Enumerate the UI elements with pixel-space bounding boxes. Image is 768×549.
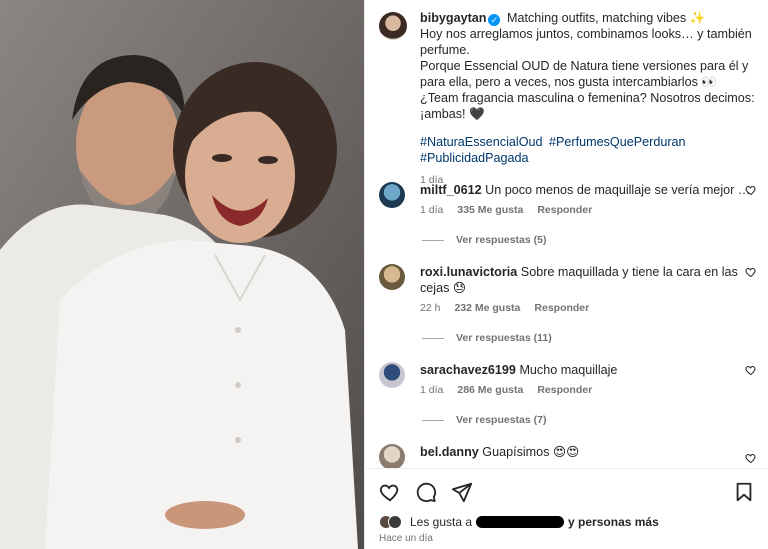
commenter-avatar[interactable] <box>379 182 405 208</box>
reply-button[interactable]: Responder <box>537 204 592 216</box>
comment-likes[interactable]: 286 Me gusta <box>457 384 523 396</box>
post-photo[interactable] <box>0 0 364 549</box>
commenter-avatar[interactable] <box>379 362 405 388</box>
view-replies-label: Ver respuestas (5) <box>456 234 547 246</box>
hashtag-link[interactable]: #NaturaEssencialOud <box>420 135 543 149</box>
heart-outline-icon[interactable] <box>745 364 757 376</box>
caption-line-1: Matching outfits, matching vibes ✨ <box>506 11 706 25</box>
heart-outline-icon[interactable] <box>745 184 757 196</box>
comment-age: 1 día <box>420 384 444 396</box>
replies-divider <box>422 419 444 421</box>
author-avatar[interactable] <box>379 12 407 40</box>
view-replies-label: Ver respuestas (11) <box>456 332 552 344</box>
like-heart-icon[interactable] <box>379 481 401 503</box>
view-replies-button[interactable]: Ver respuestas (7) <box>422 414 546 426</box>
comment-age: 22 h <box>420 302 441 314</box>
commenter-username[interactable]: roxi.lunavictoria <box>420 265 517 279</box>
comment-item: miltf_0612 Un poco menos de maquillaje s… <box>379 182 759 216</box>
likes-prefix: Les gusta a <box>410 515 473 529</box>
share-send-icon[interactable] <box>451 481 473 503</box>
likes-suffix: y personas más <box>568 515 659 529</box>
hashtags: #NaturaEssencialOud #PerfumesQuePerduran… <box>420 134 759 166</box>
replies-divider <box>422 239 444 241</box>
comment-text: Mucho maquillaje <box>519 363 618 377</box>
save-bookmark-icon[interactable] <box>733 481 755 503</box>
comment-age: 1 día <box>420 204 444 216</box>
caption-line-4: ¿Team fragancia masculina o femenina? No… <box>420 91 755 121</box>
commenter-username[interactable]: miltf_0612 <box>420 183 482 197</box>
post-timestamp: Hace un día <box>379 533 433 544</box>
reply-button[interactable]: Responder <box>534 302 589 314</box>
view-replies-button[interactable]: Ver respuestas (11) <box>422 332 552 344</box>
comment-likes[interactable]: 232 Me gusta <box>454 302 520 314</box>
commenter-username[interactable]: bel.danny <box>420 445 479 459</box>
comment-item: roxi.lunavictoria Sobre maquillada y tie… <box>379 264 759 314</box>
post-caption: bibygaytan ✓ Matching outfits, matching v… <box>379 10 759 188</box>
view-replies-label: Ver respuestas (7) <box>456 414 547 426</box>
redacted-username <box>476 516 565 528</box>
likes-summary[interactable]: Les gusta a y personas más <box>379 515 659 529</box>
view-replies-button[interactable]: Ver respuestas (5) <box>422 234 546 246</box>
comment-text: Un poco menos de maquillaje se vería mej… <box>485 183 751 197</box>
hashtag-link[interactable]: #PublicidadPagada <box>420 151 529 165</box>
commenter-username[interactable]: sarachavez6199 <box>420 363 516 377</box>
commenter-avatar[interactable] <box>379 444 405 470</box>
heart-outline-icon[interactable] <box>745 452 757 464</box>
post-details-panel: bibygaytan ✓ Matching outfits, matching v… <box>364 0 768 549</box>
verified-badge-icon: ✓ <box>488 14 501 26</box>
liker-avatar <box>388 515 402 529</box>
caption-line-2: Hoy nos arreglamos juntos, combinamos lo… <box>420 27 752 57</box>
hashtag-link[interactable]: #PerfumesQuePerduran <box>549 135 686 149</box>
comment-likes[interactable]: 335 Me gusta <box>457 204 523 216</box>
post-actions-bar: Les gusta a y personas más Hace un día <box>365 468 768 549</box>
reply-button[interactable]: Responder <box>537 384 592 396</box>
replies-divider <box>422 337 444 339</box>
author-username[interactable]: bibygaytan <box>420 11 486 25</box>
heart-outline-icon[interactable] <box>745 266 757 278</box>
caption-line-3: Porque Essencial OUD de Natura tiene ver… <box>420 59 749 89</box>
couple-photo-illustration <box>0 0 364 549</box>
comment-bubble-icon[interactable] <box>415 481 437 503</box>
commenter-avatar[interactable] <box>379 264 405 290</box>
comment-item: bel.danny Guapísimos 😍😍 <box>379 444 759 470</box>
comment-text: Guapísimos 😍😍 <box>482 445 580 459</box>
liker-avatars <box>379 515 402 529</box>
comment-item: sarachavez6199 Mucho maquillaje 1 día 28… <box>379 362 759 396</box>
